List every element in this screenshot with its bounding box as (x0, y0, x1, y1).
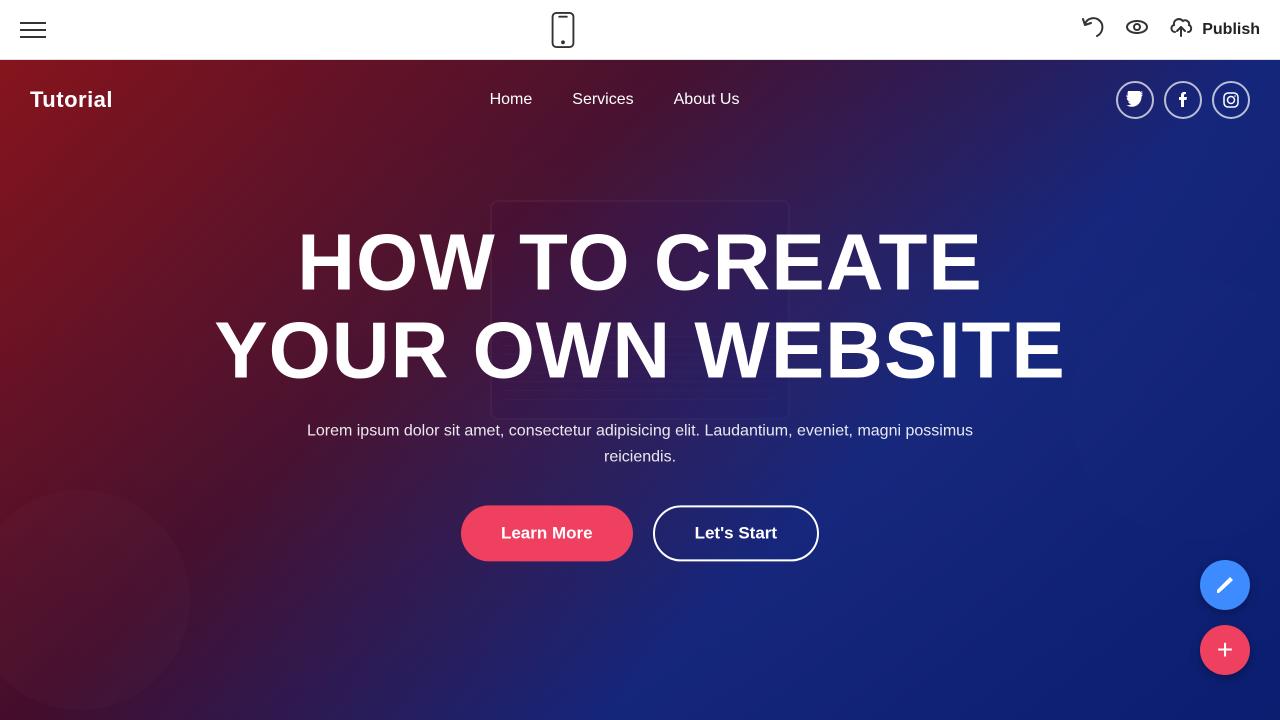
site-area: Tutorial Home Services About Us (0, 60, 1280, 720)
toolbar: Publish (0, 0, 1280, 60)
hero-content: HOW TO CREATE YOUR OWN WEBSITE Lorem ips… (190, 218, 1090, 561)
site-nav-socials (1116, 81, 1250, 119)
lets-start-button[interactable]: Let's Start (653, 506, 819, 562)
fab-edit-button[interactable] (1200, 560, 1250, 610)
hero-subtitle: Lorem ipsum dolor sit amet, consectetur … (290, 418, 990, 469)
social-instagram[interactable] (1212, 81, 1250, 119)
hero-title: HOW TO CREATE YOUR OWN WEBSITE (190, 218, 1090, 394)
nav-link-about[interactable]: About Us (674, 91, 740, 109)
social-twitter[interactable] (1116, 81, 1154, 119)
fab-add-button[interactable]: + (1200, 625, 1250, 675)
add-icon: + (1217, 636, 1233, 664)
nav-link-home[interactable]: Home (490, 91, 533, 109)
site-navbar: Tutorial Home Services About Us (0, 60, 1280, 140)
hero-buttons: Learn More Let's Start (190, 506, 1090, 562)
preview-button[interactable] (1124, 14, 1150, 45)
site-nav-links: Home Services About Us (490, 91, 740, 109)
site-logo: Tutorial (30, 87, 113, 113)
publish-label: Publish (1202, 21, 1260, 39)
menu-button[interactable] (20, 22, 46, 38)
social-facebook[interactable] (1164, 81, 1202, 119)
hero-section: Tutorial Home Services About Us (0, 60, 1280, 720)
nav-link-services[interactable]: Services (572, 91, 633, 109)
undo-button[interactable] (1080, 14, 1106, 45)
learn-more-button[interactable]: Learn More (461, 506, 633, 562)
publish-button[interactable]: Publish (1168, 14, 1260, 45)
publish-cloud-icon (1168, 14, 1194, 45)
mobile-preview-button[interactable] (545, 12, 581, 48)
